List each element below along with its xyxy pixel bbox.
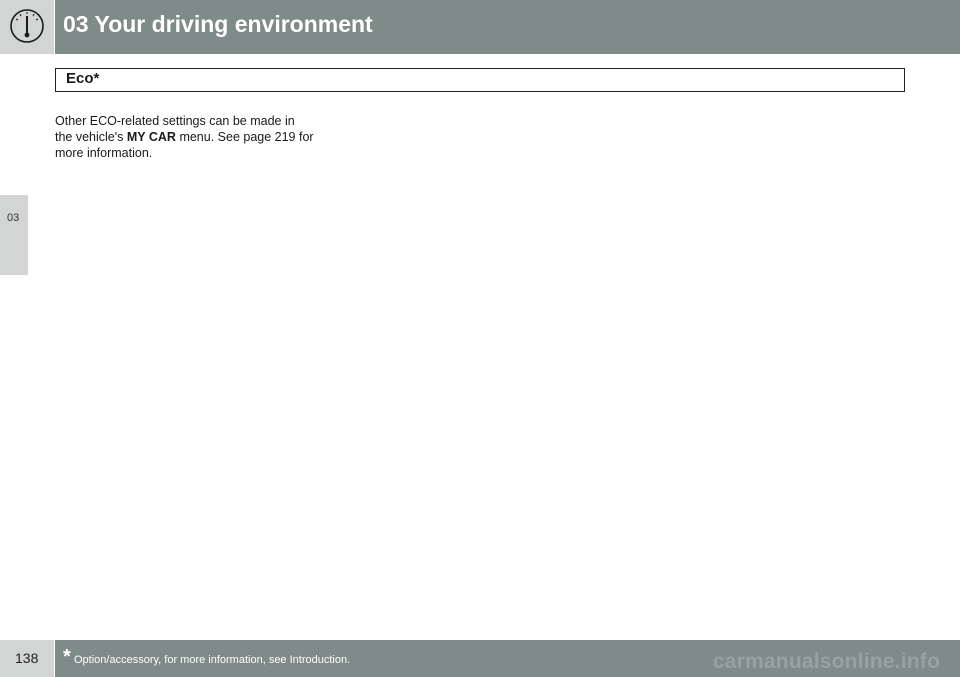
body-paragraph: Other ECO-related settings can be made i… [55,113,315,161]
footer-page-box: 138 [0,640,54,677]
speedometer-icon [10,9,44,43]
footer-asterisk: * [63,646,71,668]
section-heading-box: Eco* [55,68,905,92]
page-number: 138 [15,650,39,666]
header-icon-box [0,0,54,54]
watermark: carmanualsonline.info [712,650,940,673]
chapter-title: 03 Your driving environment [63,11,373,37]
footer-note: Option/accessory, for more information, … [74,654,351,666]
chapter-side-tab-label: 03 [7,212,20,224]
header-bar: 03 Your driving environment [55,0,960,54]
chapter-side-tab: 03 [0,195,28,275]
footer-bar: * Option/accessory, for more information… [55,640,960,677]
menu-name: MY CAR [126,130,176,144]
section-title: Eco* [66,70,100,87]
